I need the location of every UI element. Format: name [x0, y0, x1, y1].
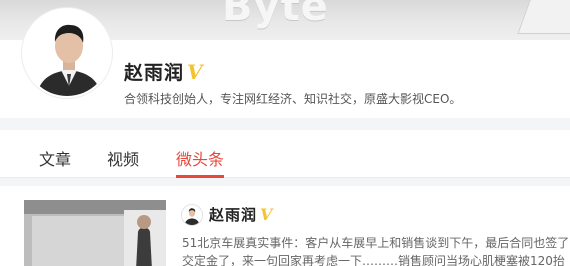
- post-author-name[interactable]: 赵雨润: [209, 204, 257, 225]
- profile-name-row: 赵雨润 V: [124, 58, 203, 85]
- tab-micro-posts[interactable]: 微头条: [176, 146, 224, 170]
- post-author-avatar[interactable]: [182, 204, 202, 225]
- avatar-portrait-icon: [24, 10, 110, 96]
- active-tab-indicator: [176, 175, 224, 178]
- cover-watermark: Byte: [222, 0, 329, 30]
- profile-name[interactable]: 赵雨润: [124, 58, 184, 85]
- post-content[interactable]: 51北京车展真实事件：客户从车展早上和销售谈到下午，最后合同也签了 交定金了，来…: [182, 234, 570, 266]
- author-portrait-icon: [182, 204, 202, 225]
- post-author-row: 赵雨润 V: [182, 204, 272, 225]
- content-tabs: 文章 视频 微头条: [0, 130, 570, 178]
- photo-thumbnail-icon: [24, 200, 166, 266]
- cover-decoration: [517, 0, 570, 34]
- post-verified-badge-icon: V: [260, 205, 273, 224]
- verified-badge-icon: V: [187, 59, 203, 84]
- post-content-line-1: 51北京车展真实事件：客户从车展早上和销售谈到下午，最后合同也签了: [182, 236, 570, 250]
- feed-list: 赵雨润 V 51北京车展真实事件：客户从车展早上和销售谈到下午，最后合同也签了 …: [0, 186, 570, 266]
- post-content-line-2: 交定金了，来一句回家再考虑一下………销售顾问当场心肌梗塞被120抬: [182, 254, 565, 266]
- profile-bio: 合领科技创始人，专注网红经济、知识社交，原盛大影视CEO。: [124, 92, 462, 106]
- avatar[interactable]: [22, 8, 112, 98]
- tab-articles[interactable]: 文章: [39, 146, 71, 170]
- tab-videos[interactable]: 视频: [107, 146, 139, 170]
- post-thumbnail[interactable]: [24, 200, 166, 266]
